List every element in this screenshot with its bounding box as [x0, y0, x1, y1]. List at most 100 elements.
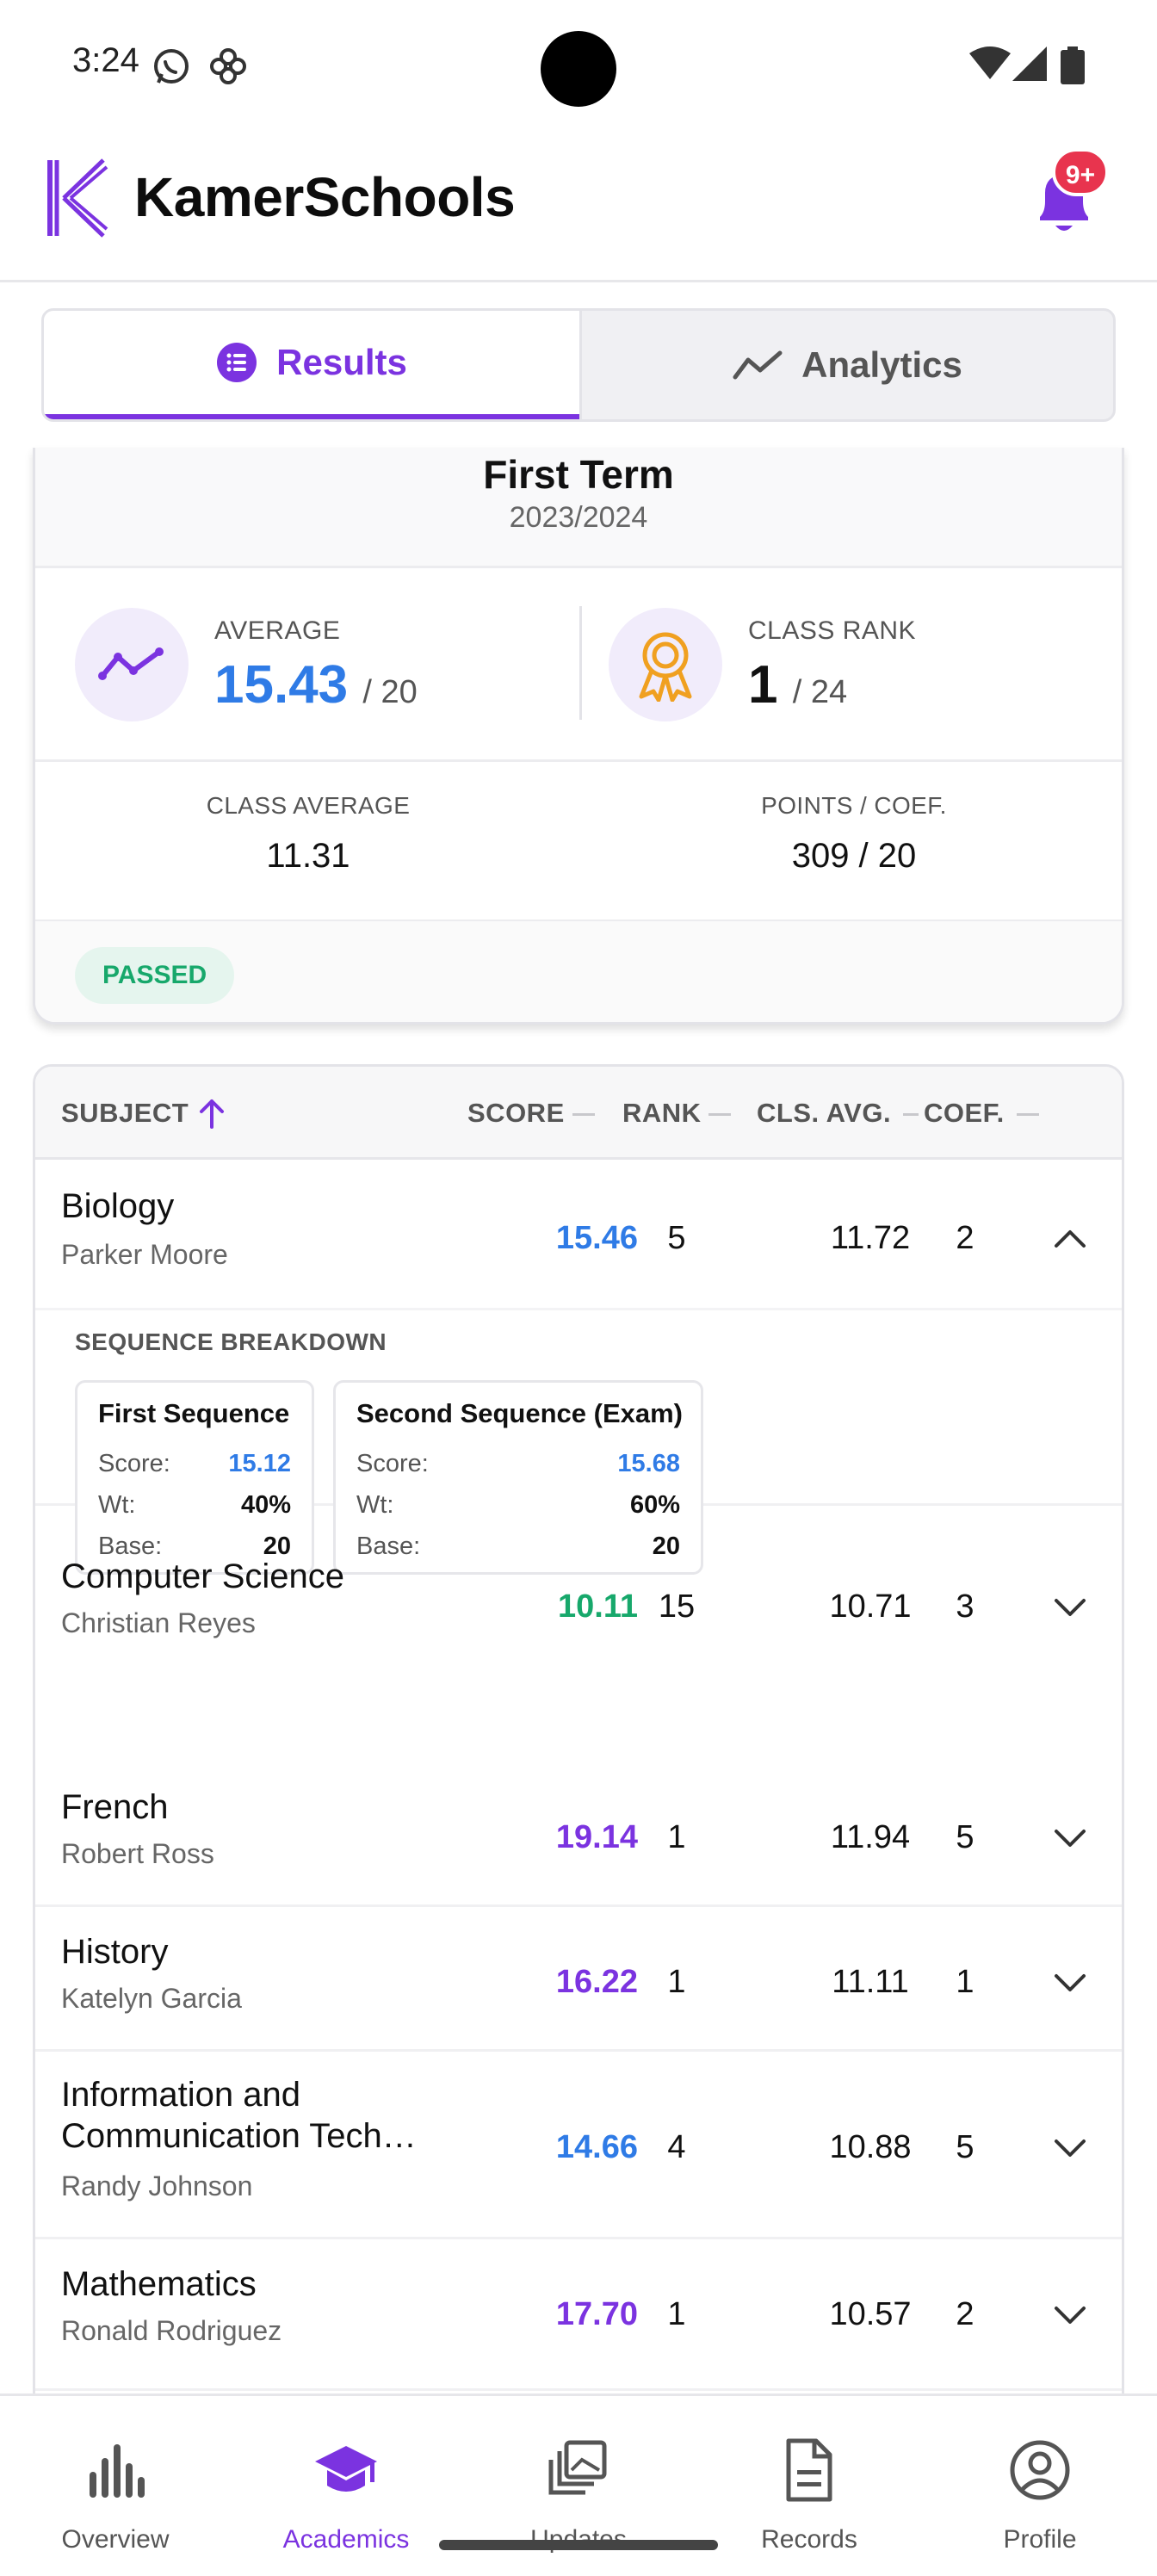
battery-icon [1061, 46, 1085, 84]
subject-coefficient: 2 [956, 2296, 974, 2332]
nav-records-label: Records [761, 2525, 857, 2554]
subject-name-continued: Communication Tech… [61, 2117, 417, 2155]
table-row[interactable]: Mathematics Ronald Rodriguez 17.70 1 10.… [35, 2239, 1122, 2391]
rank-icon-circle [609, 608, 722, 721]
tab-analytics-label: Analytics [801, 344, 962, 385]
whatsapp-icon [154, 49, 189, 84]
sequence-title: Second Sequence (Exam) [356, 1398, 684, 1428]
nav-academics-label: Academics [282, 2525, 410, 2554]
nav-records[interactable]: Records [694, 2396, 925, 2576]
subject-class-average: 10.57 [829, 2296, 912, 2332]
average-icon-circle [75, 608, 189, 721]
notification-badge: 9+ [1052, 148, 1109, 196]
nav-overview-label: Overview [61, 2525, 170, 2554]
subject-coefficient: 1 [956, 1964, 974, 2000]
subject-name: Mathematics [61, 2265, 257, 2303]
app-title: KamerSchools [134, 166, 516, 228]
subject-coefficient: 3 [956, 1588, 974, 1625]
score-column-header[interactable]: SCORE [467, 1098, 565, 1129]
nav-profile[interactable]: Profile [925, 2396, 1155, 2576]
rank-column-header[interactable]: RANK [622, 1098, 702, 1129]
teacher-name: Christian Reyes [61, 1607, 256, 1638]
summary-divider [35, 759, 1122, 762]
kamerschools-logo [47, 158, 108, 238]
chevron-up-icon[interactable] [1049, 1218, 1091, 1260]
subject-rank: 1 [667, 1964, 686, 2000]
teacher-name: Robert Ross [61, 1838, 214, 1869]
status-time: 3:24 [72, 41, 139, 79]
table-row[interactable]: Biology Parker Moore 15.46 5 11.72 2 SEQ… [35, 1160, 1122, 1575]
subject-class-average: 11.94 [830, 1819, 911, 1855]
chevron-down-icon[interactable] [1049, 2294, 1091, 2336]
subject-name: Computer Science [61, 1557, 345, 1595]
nav-academics[interactable]: Academics [231, 2396, 461, 2576]
trend-line-icon [733, 348, 783, 382]
app-header: KamerSchools 9+ [0, 129, 1157, 282]
subject-score: 16.22 [555, 1964, 638, 2000]
subject-coefficient: 2 [956, 1220, 974, 1256]
chevron-down-icon[interactable] [1049, 1962, 1091, 2003]
average-number: 15.43 [214, 655, 349, 715]
class-average-value: 11.31 [266, 837, 350, 875]
chevron-down-icon[interactable] [1049, 1817, 1091, 1859]
subject-score: 14.66 [555, 2129, 638, 2165]
score-label: Score: [98, 1450, 170, 1477]
tab-results-label: Results [276, 342, 407, 382]
sort-ascending-icon[interactable] [197, 1098, 226, 1129]
sequence-score: 15.12 [228, 1450, 291, 1477]
rank-value: 1 / 24 [748, 654, 847, 715]
teacher-name: Katelyn Garcia [61, 1983, 242, 2014]
term-year: 2023/2024 [509, 501, 648, 534]
subject-name: History [61, 1933, 169, 1971]
pinwheel-icon [210, 48, 246, 84]
graduation-cap-icon [315, 2446, 377, 2492]
points-coef-label: POINTS / COEF. [761, 792, 947, 819]
nav-profile-label: Profile [1003, 2525, 1077, 2554]
subject-rank: 15 [658, 1588, 696, 1625]
subject-name: Information and [61, 2076, 300, 2114]
results-analytics-tabs: Results Analytics [41, 308, 1116, 422]
bar-chart-icon [90, 2444, 145, 2498]
subject-rank: 5 [667, 1220, 686, 1256]
status-area: PASSED [35, 921, 1122, 1022]
tab-analytics[interactable]: Analytics [579, 311, 1113, 419]
camera-cutout [541, 31, 616, 107]
subject-class-average: 10.71 [829, 1588, 912, 1625]
subject-score: 17.70 [555, 2296, 638, 2332]
sequence-score: 15.68 [617, 1450, 680, 1477]
cls-avg-sort-indicator [903, 1113, 919, 1116]
table-row[interactable]: French Robert Ross 19.14 1 11.94 5 [35, 1762, 1122, 1907]
chevron-down-icon[interactable] [1049, 2127, 1091, 2169]
subject-name: French [61, 1788, 169, 1826]
sequence-score-line: Score: 15.12 [98, 1450, 291, 1478]
document-icon [786, 2438, 832, 2502]
subject-column-header[interactable]: SUBJECT [61, 1098, 189, 1129]
row-divider [35, 1308, 1122, 1310]
trend-line-icon [98, 647, 164, 680]
stacked-images-icon [548, 2440, 607, 2495]
sequence-title: First Sequence [98, 1398, 290, 1428]
chevron-down-icon[interactable] [1049, 1587, 1091, 1628]
subject-coefficient: 5 [956, 2129, 974, 2165]
subject-score: 15.46 [555, 1220, 638, 1256]
nav-overview[interactable]: Overview [0, 2396, 231, 2576]
subject-rank: 1 [667, 2296, 686, 2332]
subject-name: Biology [61, 1187, 175, 1225]
user-circle-icon [1010, 2440, 1070, 2500]
table-row[interactable]: Information and Communication Tech… Rand… [35, 2052, 1122, 2239]
term-header: First Term 2023/2024 [35, 448, 1122, 568]
table-row[interactable]: Computer Science Christian Reyes 10.11 1… [35, 1506, 1122, 1652]
award-ribbon-icon [639, 632, 692, 702]
subjects-table: SUBJECT SCORE RANK CLS. AVG. COEF. Biolo… [33, 1064, 1124, 2576]
tab-results[interactable]: Results [44, 311, 579, 419]
subject-class-average: 10.88 [829, 2129, 912, 2165]
cls-avg-column-header[interactable]: CLS. AVG. [757, 1098, 891, 1129]
coef-column-header[interactable]: COEF. [924, 1098, 1005, 1129]
average-value: 15.43 / 20 [214, 654, 418, 715]
teacher-name: Randy Johnson [61, 2170, 253, 2201]
average-denominator: / 20 [362, 674, 418, 710]
coef-sort-indicator [1017, 1113, 1039, 1116]
average-label: AVERAGE [214, 616, 341, 645]
status-bar: 3:24 [0, 0, 1157, 129]
table-row[interactable]: History Katelyn Garcia 16.22 1 11.11 1 [35, 1907, 1122, 2052]
